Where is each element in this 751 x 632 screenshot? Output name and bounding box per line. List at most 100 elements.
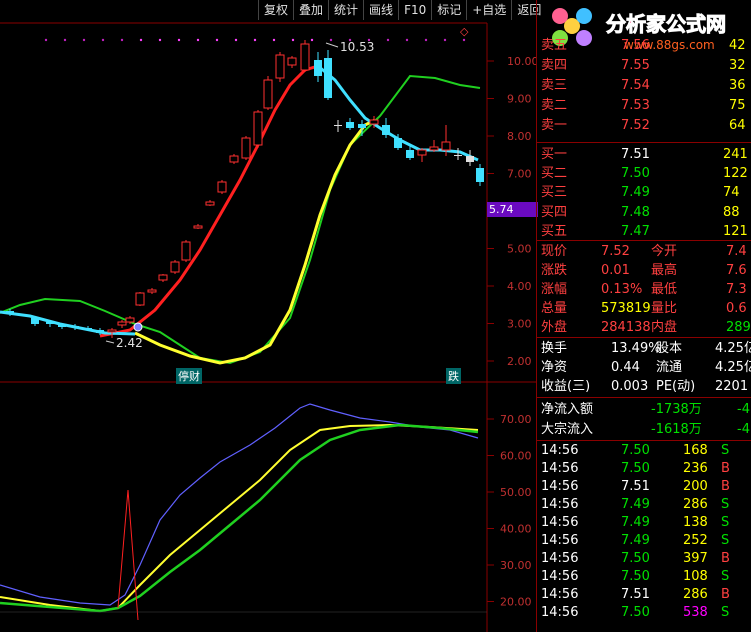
tick-row-2: 14:56 7.51 200 B xyxy=(541,479,730,494)
flow-row-0: 净流入额 -1738万 -4 xyxy=(541,402,750,417)
indicator-axis-label: 50.00 xyxy=(500,486,532,499)
price-axis-label: 4.00 xyxy=(507,280,532,293)
candlestick xyxy=(117,321,127,326)
indicator-blue-line xyxy=(0,403,479,606)
stat-row-4: 外盘284138内盘28968 xyxy=(541,320,751,335)
buy-level-1: 买二 7.50 122 xyxy=(541,166,748,182)
tick-row-5: 14:56 7.49 252 S xyxy=(541,533,730,548)
signal-marker-icon xyxy=(133,322,143,332)
stat-row-0: 现价 7.52 今开 7.4 xyxy=(541,244,747,259)
kline-chart[interactable]: 10.009.008.007.006.005.004.003.002.00 70… xyxy=(0,0,536,632)
candlestick xyxy=(193,225,203,229)
stat-row-2: 涨幅 0.13% 最低 7.3 xyxy=(541,282,747,297)
sell-level-2: 卖三 7.54 36 xyxy=(541,78,746,93)
flow-row-1: 大宗流入 -1618万 -4 xyxy=(541,422,750,437)
candlestick xyxy=(84,328,92,330)
candlestick xyxy=(135,292,145,306)
price-axis-label: 7.00 xyxy=(507,168,532,181)
sell-level-1: 卖四 7.55 32 xyxy=(541,58,746,73)
stat-row-3: 总量 573819 量比 0.6 xyxy=(541,301,747,316)
buy-level-4: 买五 7.47 121 xyxy=(541,223,748,239)
tick-row-9: 14:56 7.50 538 S xyxy=(541,605,730,620)
sell-level-0: 卖五 7.56 42 xyxy=(541,38,746,53)
candlestick xyxy=(217,181,227,193)
candlestick xyxy=(476,168,484,182)
price-axis-label: 5.00 xyxy=(507,243,532,256)
tick-row-6: 14:56 7.50 397 B xyxy=(541,551,730,566)
candlestick xyxy=(71,326,79,327)
candlestick xyxy=(170,261,180,273)
indicator-red-spike xyxy=(117,489,139,621)
candlestick xyxy=(466,156,474,162)
candlestick xyxy=(229,155,239,163)
candlesticks xyxy=(6,40,484,338)
candlestick xyxy=(324,58,332,98)
indicator-green-line xyxy=(0,423,479,613)
candlestick xyxy=(382,125,390,135)
tick-row-0: 14:56 7.50 168 S xyxy=(541,443,730,458)
indicator-axis-label: 60.00 xyxy=(500,450,532,463)
current-price-badge: 5.74 xyxy=(487,202,538,217)
candlestick xyxy=(275,54,285,79)
candlestick xyxy=(334,125,342,126)
indicator-axis-label: 70.00 xyxy=(500,413,532,426)
high-price-label: 10.53 xyxy=(340,40,374,54)
price-axis-label: 3.00 xyxy=(507,318,532,331)
price-axis-label: 8.00 xyxy=(507,130,532,143)
buy-level-0: 买一 7.51 241 xyxy=(541,147,748,162)
stat2-row-2: 收益(三) 0.003 PE(动) 2201 xyxy=(541,379,749,394)
sell-level-3: 卖二 7.53 75 xyxy=(541,98,746,113)
ma-mid-line xyxy=(134,118,376,365)
candlestick xyxy=(314,60,322,76)
tick-row-1: 14:56 7.50 236 B xyxy=(541,461,730,476)
indicator-axis-label: 30.00 xyxy=(500,559,532,572)
candlestick xyxy=(125,317,135,323)
price-axis-label: 2.00 xyxy=(507,355,532,368)
candlestick xyxy=(263,79,273,109)
ma-long-line xyxy=(0,74,481,365)
indicator-axis-label: 40.00 xyxy=(500,523,532,536)
price-axis-label: 10.00 xyxy=(507,55,536,68)
sell-signal-label: 跌 xyxy=(446,368,461,384)
candlestick xyxy=(46,322,54,324)
candlestick xyxy=(58,325,66,327)
buy-level-3: 买四 7.48 88 xyxy=(541,204,740,220)
candlestick xyxy=(6,311,14,314)
sell-level-4: 卖一 7.52 64 xyxy=(541,118,746,133)
quote-panel: 卖五 7.56 42 卖四 7.55 32 卖三 7.54 36 卖二 7.53 75 卖一 7.52 64… xyxy=(536,0,751,632)
stat-row-1: 涨跌 0.01 最高 7.6 xyxy=(541,263,747,278)
candlestick xyxy=(417,149,427,156)
low-price-label: 2.42 xyxy=(116,336,143,350)
candlestick xyxy=(394,138,402,148)
candlestick xyxy=(287,57,297,66)
candlestick xyxy=(454,155,462,156)
tick-row-4: 14:56 7.49 138 S xyxy=(541,515,730,530)
candlestick xyxy=(147,289,157,293)
candlestick xyxy=(369,119,379,125)
candlestick xyxy=(96,330,104,333)
candlestick xyxy=(107,329,117,333)
ma-rising-line xyxy=(99,64,319,338)
candlestick xyxy=(181,241,191,261)
candlestick xyxy=(205,201,215,206)
candlestick xyxy=(429,146,439,151)
candlestick xyxy=(241,137,251,159)
buy-level-2: 买三 7.49 74 xyxy=(541,185,740,201)
candlestick xyxy=(441,141,451,151)
candlestick xyxy=(406,150,414,158)
stat2-row-1: 净资 0.44 流通 4.25亿 xyxy=(541,360,751,375)
tick-row-7: 14:56 7.50 108 S xyxy=(541,569,730,584)
candlestick xyxy=(346,122,354,128)
candlestick xyxy=(253,111,263,146)
buy-signal-label: 停财 xyxy=(176,368,202,384)
candlestick xyxy=(31,318,39,324)
price-axis-label: 9.00 xyxy=(507,93,532,106)
candlestick xyxy=(158,274,168,281)
diamond-icon: ◇ xyxy=(460,25,469,38)
candlestick xyxy=(300,43,310,71)
tick-row-3: 14:56 7.49 286 S xyxy=(541,497,730,512)
candlestick xyxy=(358,124,366,128)
stat2-row-0: 换手 13.49% 股本 4.25亿 xyxy=(541,341,751,356)
indicator-axis-label: 20.00 xyxy=(500,596,532,609)
tick-row-8: 14:56 7.51 286 B xyxy=(541,587,730,602)
